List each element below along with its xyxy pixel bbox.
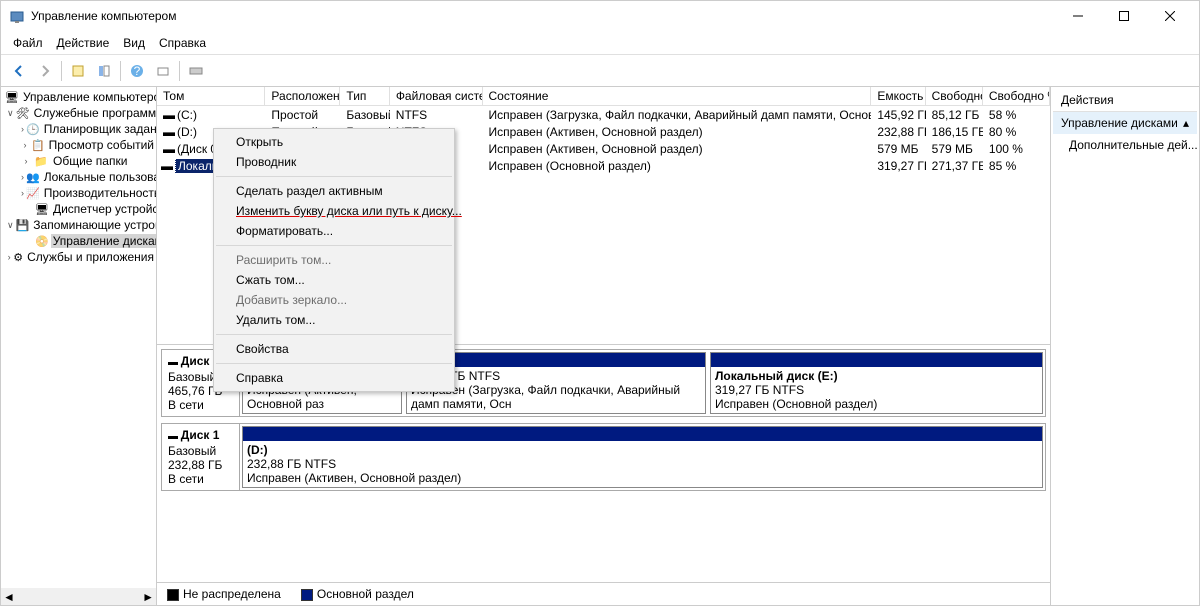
disk0-part3[interactable]: Локальный диск (E:)319,27 ГБ NTFSИсправе… — [710, 352, 1043, 414]
tool-2[interactable] — [92, 59, 116, 83]
titlebar: Управление компьютером — [1, 1, 1199, 31]
tool-4[interactable] — [184, 59, 208, 83]
legend-primary-box — [301, 589, 313, 601]
ctx-help[interactable]: Справка — [214, 368, 454, 388]
forward-button[interactable] — [33, 59, 57, 83]
menu-help[interactable]: Справка — [153, 34, 212, 52]
actions-header: Действия — [1053, 89, 1197, 112]
toolbar: ? — [1, 55, 1199, 87]
computer-icon: 🖥 — [5, 89, 19, 105]
volume-icon: ▬ — [161, 159, 175, 173]
ctx-mirror: Добавить зеркало... — [214, 290, 454, 310]
tree-perf[interactable]: Производительность — [42, 186, 157, 200]
menu-file[interactable]: Файл — [7, 34, 49, 52]
device-icon: 🖥 — [35, 201, 49, 217]
maximize-button[interactable] — [1101, 1, 1147, 31]
col-layout[interactable]: Расположение — [265, 87, 340, 105]
volume-row[interactable]: ▬(C:) Простой Базовый NTFS Исправен (Заг… — [157, 106, 1050, 123]
expand-icon[interactable]: › — [21, 156, 31, 166]
tree-scheduler[interactable]: Планировщик заданий — [42, 122, 157, 136]
tree-devices[interactable]: Диспетчер устройств — [51, 202, 157, 216]
expand-icon[interactable]: ∨ — [7, 108, 14, 119]
app-icon — [9, 8, 25, 24]
menubar: Файл Действие Вид Справка — [1, 31, 1199, 55]
volume-icon: ▬ — [163, 125, 177, 139]
app-title: Управление компьютером — [31, 9, 176, 23]
svg-text:?: ? — [134, 64, 141, 78]
actions-panel: Действия Управление дисками▴ Дополнитель… — [1051, 87, 1199, 605]
col-cap[interactable]: Емкость — [871, 87, 925, 105]
menu-action[interactable]: Действие — [51, 34, 116, 52]
expand-icon[interactable]: › — [21, 124, 24, 134]
col-freep[interactable]: Свободно % — [983, 87, 1050, 105]
perf-icon: 📈 — [26, 185, 40, 201]
help-button[interactable]: ? — [125, 59, 149, 83]
ctx-format[interactable]: Форматировать... — [214, 221, 454, 241]
shared-icon: 📁 — [33, 153, 49, 169]
context-menu: Открыть Проводник Сделать раздел активны… — [213, 128, 455, 392]
tool-1[interactable] — [66, 59, 90, 83]
menu-view[interactable]: Вид — [117, 34, 151, 52]
diskmgmt-icon: 📀 — [35, 233, 49, 249]
ctx-active[interactable]: Сделать раздел активным — [214, 181, 454, 201]
volume-icon: ▬ — [163, 108, 177, 122]
legend-unalloc-box — [167, 589, 179, 601]
tool-3[interactable] — [151, 59, 175, 83]
legend: Не распределена Основной раздел — [157, 582, 1050, 605]
chevron-up-icon: ▴ — [1183, 116, 1189, 130]
tree-utilities[interactable]: Служебные программы — [32, 106, 157, 120]
disk1-part1[interactable]: (D:)232,88 ГБ NTFSИсправен (Активен, Осн… — [242, 426, 1043, 488]
actions-section[interactable]: Управление дисками▴ — [1053, 112, 1197, 134]
tree-shared[interactable]: Общие папки — [51, 154, 129, 168]
disk-hw-icon: ▬ Диск 1 — [168, 428, 233, 444]
ctx-extend: Расширить том... — [214, 250, 454, 270]
col-status[interactable]: Состояние — [483, 87, 872, 105]
expand-icon[interactable]: › — [21, 140, 29, 150]
back-button[interactable] — [7, 59, 31, 83]
ctx-open[interactable]: Открыть — [214, 132, 454, 152]
ctx-props[interactable]: Свойства — [214, 339, 454, 359]
col-fs[interactable]: Файловая система — [390, 87, 483, 105]
tree-events[interactable]: Просмотр событий — [47, 138, 156, 152]
close-button[interactable] — [1147, 1, 1193, 31]
col-type[interactable]: Тип — [340, 87, 389, 105]
col-tom[interactable]: Том — [157, 87, 265, 105]
ctx-delete[interactable]: Удалить том... — [214, 310, 454, 330]
storage-icon: 💾 — [16, 217, 30, 233]
services-icon: ⚙ — [13, 249, 23, 265]
tree-view[interactable]: 🖥Управление компьютером (л ∨🛠Служебные п… — [1, 87, 157, 605]
tools-icon: 🛠 — [16, 105, 30, 121]
ctx-change-letter[interactable]: Изменить букву диска или путь к диску... — [214, 201, 454, 221]
users-icon: 👥 — [26, 169, 40, 185]
col-free[interactable]: Свободно — [926, 87, 983, 105]
tree-scrollbar[interactable]: ◄► — [1, 588, 156, 605]
expand-icon[interactable]: ∨ — [7, 220, 14, 231]
volume-icon: ▬ — [163, 142, 177, 156]
events-icon: 📋 — [31, 137, 45, 153]
tree-users[interactable]: Локальные пользовате — [42, 170, 157, 184]
tree-storage[interactable]: Запоминающие устройст — [31, 218, 157, 232]
expand-icon[interactable]: › — [7, 252, 11, 262]
ctx-shrink[interactable]: Сжать том... — [214, 270, 454, 290]
scheduler-icon: 🕒 — [26, 121, 40, 137]
tree-services[interactable]: Службы и приложения — [25, 250, 156, 264]
expand-icon[interactable]: › — [21, 172, 24, 182]
actions-more[interactable]: Дополнительные дей...▸ — [1053, 134, 1197, 156]
minimize-button[interactable] — [1055, 1, 1101, 31]
tree-diskmgmt[interactable]: Управление дисками — [51, 234, 157, 248]
ctx-explorer[interactable]: Проводник — [214, 152, 454, 172]
expand-icon[interactable]: › — [21, 188, 24, 198]
disk-1: ▬ Диск 1 Базовый232,88 ГБВ сети (D:)232,… — [161, 423, 1046, 491]
tree-root[interactable]: Управление компьютером (л — [21, 90, 157, 104]
